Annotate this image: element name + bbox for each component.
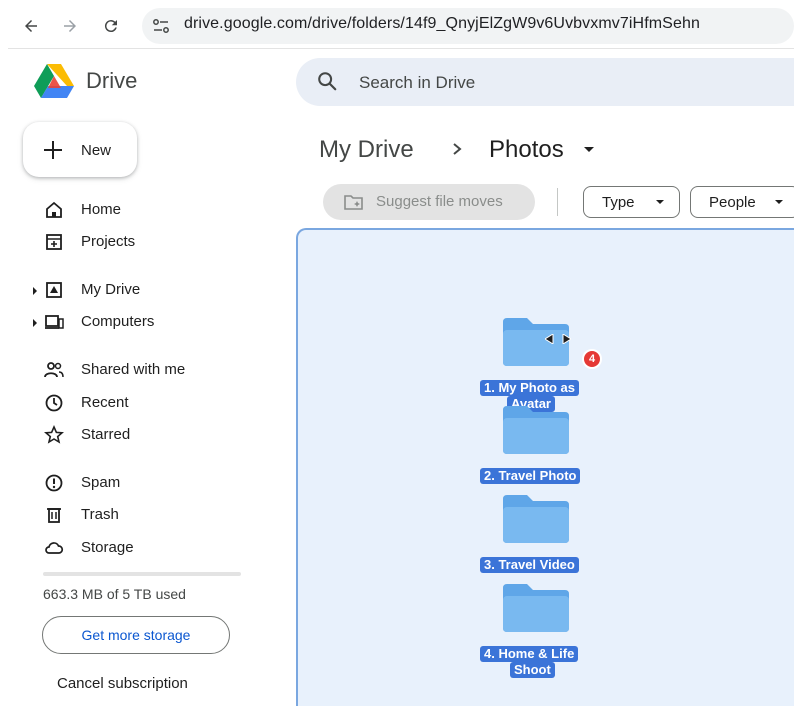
sidebar-item-projects[interactable]: Projects (30, 228, 270, 256)
spam-icon (45, 474, 63, 492)
sidebar-item-storage[interactable]: Storage (30, 534, 270, 562)
storage-meter (43, 572, 241, 576)
get-more-storage-label: Get more storage (81, 627, 191, 643)
my-drive-icon (46, 282, 62, 298)
suggest-file-moves-label: Suggest file moves (376, 193, 503, 210)
folder-name-line: 3. Travel Video (484, 557, 575, 572)
sidebar-label: Spam (81, 474, 121, 491)
divider (8, 48, 794, 49)
suggest-folder-icon (344, 195, 363, 210)
folder-name-line: 4. Home & Life (484, 646, 575, 661)
back-arrow-icon (25, 20, 37, 32)
drag-cursor-icon (545, 334, 571, 344)
cloud-icon (45, 542, 64, 554)
projects-icon (46, 234, 62, 250)
reload-button[interactable] (98, 13, 124, 39)
expand-caret-icon[interactable] (33, 287, 37, 295)
sidebar-item-recent[interactable]: Recent (30, 389, 270, 417)
site-settings-icon[interactable] (150, 15, 172, 37)
reload-icon (104, 20, 117, 33)
sidebar-item-shared[interactable]: Shared with me (30, 356, 270, 384)
browser-toolbar: drive.google.com/drive/folders/14f9_Qnyj… (0, 0, 794, 50)
chevron-down-icon[interactable] (584, 147, 594, 152)
type-filter-label: Type (602, 194, 635, 211)
new-button[interactable] (23, 122, 137, 177)
get-more-storage-button[interactable]: Get more storage (42, 616, 230, 654)
chevron-right-icon (453, 143, 462, 155)
folder-icon[interactable] (501, 582, 571, 634)
star-icon (44, 425, 64, 444)
sidebar-label: Home (81, 201, 122, 218)
folder-name-line: 1. My Photo as (484, 380, 576, 395)
sidebar-label: Storage (81, 539, 134, 556)
forward-button[interactable] (57, 13, 83, 39)
cancel-subscription-link[interactable]: Cancel subscription (57, 675, 188, 692)
sidebar-label: Trash (81, 506, 119, 523)
sidebar-label: My Drive (81, 281, 141, 298)
forward-arrow-icon (64, 20, 76, 32)
search-input[interactable]: Search in Drive (359, 73, 475, 93)
search-icon[interactable] (316, 70, 338, 92)
breadcrumb-photos[interactable]: Photos (489, 136, 564, 164)
folder-icon[interactable] (501, 404, 571, 456)
chevron-down-icon (656, 200, 664, 204)
toolbar-divider (557, 188, 558, 216)
type-filter-chip[interactable]: Type (583, 186, 680, 218)
clock-icon (45, 394, 63, 412)
trash-icon (47, 508, 61, 523)
storage-usage-text: 663.3 MB of 5 TB used (43, 586, 186, 602)
chevron-down-icon (775, 200, 783, 204)
folder-label[interactable]: 1. My Photo as (480, 380, 580, 396)
folder-name-line: Shoot (514, 662, 551, 677)
sidebar-label: Starred (81, 426, 131, 443)
shared-icon (44, 362, 64, 378)
drag-count: 4 (588, 353, 596, 365)
sidebar-item-starred[interactable]: Starred (30, 421, 270, 449)
folder-label[interactable]: 4. Home & Life (480, 646, 579, 662)
app-title[interactable]: Drive (86, 68, 137, 94)
sidebar-item-computers[interactable]: Computers (30, 308, 270, 336)
sidebar-item-trash[interactable]: Trash (30, 501, 270, 529)
sidebar-label: Shared with me (81, 361, 186, 378)
folder-name-line: 2. Travel Photo (484, 468, 577, 483)
sidebar-label: Computers (81, 313, 155, 330)
people-filter-chip[interactable]: People (690, 186, 794, 218)
plus-icon (44, 141, 62, 159)
drive-logo-icon[interactable] (34, 62, 74, 98)
sidebar-item-spam[interactable]: Spam (30, 469, 270, 497)
home-icon (46, 201, 62, 218)
folder-label[interactable]: 2. Travel Photo (480, 468, 581, 484)
folder-label[interactable]: Shoot (510, 662, 555, 678)
computers-icon (45, 315, 64, 329)
url-text[interactable]: drive.google.com/drive/folders/14f9_Qnyj… (184, 15, 700, 33)
sidebar-label: Projects (81, 233, 136, 250)
new-button-label: New (81, 142, 112, 159)
folder-label[interactable]: 3. Travel Video (480, 557, 579, 573)
expand-caret-icon[interactable] (33, 319, 37, 327)
breadcrumb-my-drive[interactable]: My Drive (319, 136, 414, 164)
drop-zone[interactable] (296, 228, 794, 706)
sidebar-label: Recent (81, 394, 129, 411)
drag-count-badge: 4 (582, 349, 602, 369)
back-button[interactable] (18, 13, 44, 39)
sidebar-item-home[interactable]: Home (30, 196, 270, 224)
folder-icon[interactable] (501, 493, 571, 545)
sidebar-item-my-drive[interactable]: My Drive (30, 276, 270, 304)
people-filter-label: People (709, 194, 756, 211)
